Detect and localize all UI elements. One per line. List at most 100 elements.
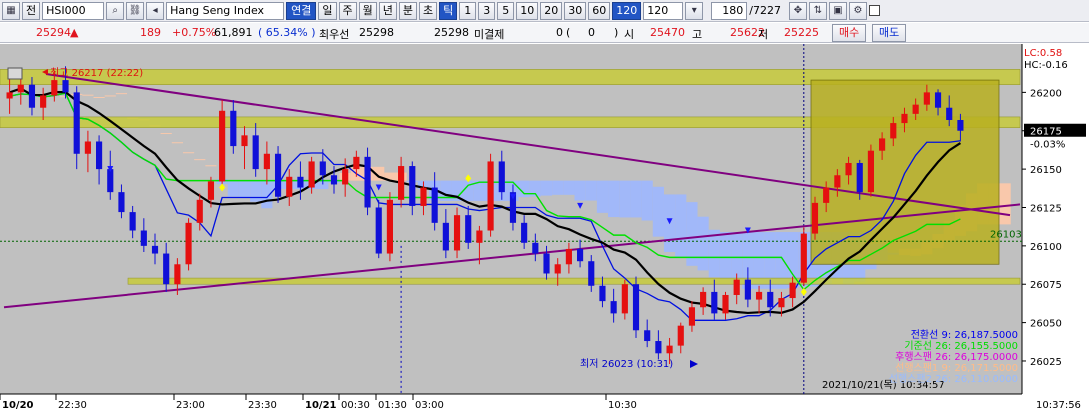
symbol-input[interactable]: HSI000 xyxy=(42,1,105,20)
interval-select[interactable]: 120 xyxy=(643,1,684,20)
y-tick-label: 26125 xyxy=(1030,203,1062,214)
candle-body xyxy=(420,187,427,206)
current-change-label: -0.03% xyxy=(1030,140,1065,151)
candle-body xyxy=(789,282,796,299)
x-tick-label: 00:30 xyxy=(341,400,370,411)
grid-menu-icon[interactable]: ▦ xyxy=(2,1,20,20)
candle-body xyxy=(185,222,192,265)
candle-body xyxy=(163,253,170,285)
cloud-segment xyxy=(719,232,732,280)
up-arrow-icon: ▲ xyxy=(70,26,79,39)
open-label: 시 xyxy=(624,28,635,41)
candle-body xyxy=(800,233,807,283)
y-tick-label: 26025 xyxy=(1030,357,1062,368)
arrow-dropdown-icon[interactable]: ◂ xyxy=(146,1,165,20)
period-week[interactable]: 주 xyxy=(338,1,357,20)
x-tick-label: 03:00 xyxy=(415,400,444,411)
candle-body xyxy=(521,222,528,243)
legend-entry: 선행스팬2 26: 26,110.0000 xyxy=(889,373,1018,385)
chart-toolbar: ▦ 전 HSI000 ⌕ ⛓ ◂ Hang Seng Index 연결 일 주 … xyxy=(0,0,1089,22)
candle-body xyxy=(476,230,483,243)
chevron-down-icon[interactable]: ▾ xyxy=(685,1,704,20)
candle-body xyxy=(174,264,181,285)
best-ask-label: 최우선 xyxy=(319,28,350,41)
low-annotation: 최저 26023 (10:31) xyxy=(580,358,673,370)
cloud-segment xyxy=(194,159,206,161)
buy-button[interactable]: 매수 xyxy=(832,24,867,42)
cloud-segment xyxy=(608,180,620,218)
candle-body xyxy=(353,156,360,170)
volume: 61,891 xyxy=(214,26,253,39)
candle-body xyxy=(554,264,561,274)
candle-body xyxy=(912,104,919,114)
price-chart[interactable]: 26200 26175 26150 26125 26100 26075 26050 26025… xyxy=(0,44,1089,414)
candle-body xyxy=(96,141,103,170)
interval-3[interactable]: 3 xyxy=(478,1,496,20)
cloud-segment xyxy=(708,229,720,278)
search-icon[interactable]: ⌕ xyxy=(106,1,125,20)
candle-body xyxy=(923,92,930,105)
legend-entry: 전환선 9: 26,187.5000 xyxy=(911,329,1018,341)
cloud-segment xyxy=(250,180,262,202)
quote-infobar: 25294 ▲ 189 +0.75% 61,891 ( 65.34% ) 최우선… xyxy=(0,23,1089,43)
candle-body xyxy=(577,248,584,262)
cloud-segment xyxy=(82,94,94,96)
period-day[interactable]: 일 xyxy=(318,1,337,20)
candle-body xyxy=(84,141,91,154)
cloud-segment xyxy=(596,180,609,213)
high-label: 고 xyxy=(692,28,703,41)
option-checkbox[interactable] xyxy=(868,5,880,16)
candle-body xyxy=(823,187,830,203)
candle-body xyxy=(599,285,606,302)
market-select[interactable]: 전 xyxy=(22,1,41,20)
cloud-segment xyxy=(574,180,586,201)
period-year[interactable]: 년 xyxy=(378,1,397,20)
candle-body xyxy=(308,161,315,188)
indicator-icon[interactable]: ⇅ xyxy=(808,1,827,20)
interval-30[interactable]: 30 xyxy=(564,1,587,20)
candle-body xyxy=(688,307,696,326)
interval-5[interactable]: 5 xyxy=(497,1,515,20)
interval-60[interactable]: 60 xyxy=(588,1,611,20)
candle-body xyxy=(252,135,259,170)
candle-body xyxy=(465,215,472,243)
period-second[interactable]: 초 xyxy=(419,1,438,20)
link-settings-icon[interactable]: ⛓ xyxy=(126,1,145,20)
period-minute[interactable]: 분 xyxy=(398,1,417,20)
candle-body xyxy=(28,84,36,108)
candle-body xyxy=(319,161,326,176)
period-tick[interactable]: 틱 xyxy=(439,1,458,20)
candle-body xyxy=(946,107,953,120)
settings-icon[interactable]: ⚙ xyxy=(848,1,867,20)
candle-body xyxy=(733,279,740,295)
candle-body xyxy=(140,230,147,246)
crosshair-icon[interactable]: ✥ xyxy=(788,1,807,20)
candle-body xyxy=(532,242,539,254)
open-price: 25470 xyxy=(650,26,685,39)
link-button[interactable]: 연결 xyxy=(286,1,317,20)
count-input[interactable]: 180 xyxy=(711,1,748,20)
cloud-segment xyxy=(686,202,698,266)
cloud-segment xyxy=(641,180,653,221)
period-month[interactable]: 월 xyxy=(358,1,377,20)
interval-120[interactable]: 120 xyxy=(612,1,642,20)
candle-body xyxy=(431,187,438,223)
sell-button[interactable]: 매도 xyxy=(872,24,907,42)
interval-10[interactable]: 10 xyxy=(516,1,539,20)
interval-20[interactable]: 20 xyxy=(540,1,563,20)
candle-body xyxy=(957,120,964,131)
y-tick-label: 26200 xyxy=(1030,88,1062,99)
candle-body xyxy=(129,212,136,231)
candle-body xyxy=(901,113,908,124)
dashed-level-label: 26103 xyxy=(990,229,1022,240)
x-axis-area xyxy=(0,394,1022,414)
cloud-segment xyxy=(93,96,105,98)
interval-1[interactable]: 1 xyxy=(459,1,477,20)
save-icon[interactable]: ▣ xyxy=(828,1,847,20)
candle-body xyxy=(274,153,282,197)
x-tick-label: 10/21 xyxy=(305,400,337,411)
candle-body xyxy=(297,176,304,188)
candle-body xyxy=(834,175,841,188)
cloud-segment xyxy=(238,180,251,198)
candle-body xyxy=(644,330,651,342)
